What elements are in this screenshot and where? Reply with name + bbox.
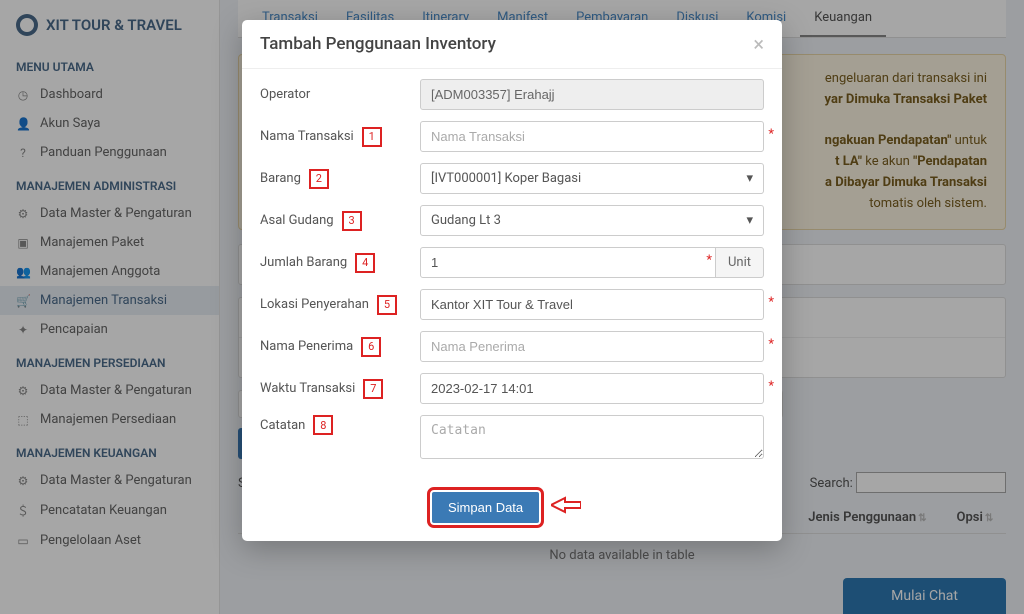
catatan-textarea[interactable] <box>420 415 764 459</box>
close-icon[interactable]: × <box>753 34 764 54</box>
step-4-badge: 4 <box>355 253 375 273</box>
arrow-icon <box>551 495 581 520</box>
lbl-waktu: Waktu Transaksi <box>260 381 355 396</box>
lbl-operator: Operator <box>260 87 310 102</box>
barang-select[interactable]: [IVT000001] Koper Bagasi▾ <box>420 163 764 194</box>
step-6-badge: 6 <box>361 337 381 357</box>
jumlah-input[interactable] <box>420 247 716 278</box>
lbl-barang: Barang <box>260 171 301 186</box>
waktu-input[interactable] <box>420 373 764 404</box>
lbl-lokasi: Lokasi Penyerahan <box>260 297 369 312</box>
penerima-input[interactable] <box>420 331 764 362</box>
save-button[interactable]: Simpan Data <box>432 492 539 523</box>
step-8-badge: 8 <box>313 415 333 435</box>
unit-label: Unit <box>716 247 764 278</box>
modal-add-inventory: Tambah Penggunaan Inventory × Operator N… <box>242 20 782 541</box>
lbl-penerima: Nama Penerima <box>260 339 353 354</box>
step-3-badge: 3 <box>342 211 362 231</box>
step-7-badge: 7 <box>363 379 383 399</box>
step-5-badge: 5 <box>377 295 397 315</box>
lbl-nama: Nama Transaksi <box>260 129 354 144</box>
step-2-badge: 2 <box>309 169 329 189</box>
lbl-catatan: Catatan <box>260 418 305 433</box>
modal-title: Tambah Penggunaan Inventory <box>260 34 496 54</box>
lbl-jumlah: Jumlah Barang <box>260 255 347 270</box>
lbl-gudang: Asal Gudang <box>260 213 334 228</box>
nama-transaksi-input[interactable] <box>420 121 764 152</box>
chevron-down-icon: ▾ <box>746 213 753 228</box>
chevron-down-icon: ▾ <box>746 171 753 186</box>
gudang-select[interactable]: Gudang Lt 3▾ <box>420 205 764 236</box>
lokasi-input[interactable] <box>420 289 764 320</box>
step-1-badge: 1 <box>362 127 382 147</box>
operator-field <box>420 79 764 110</box>
